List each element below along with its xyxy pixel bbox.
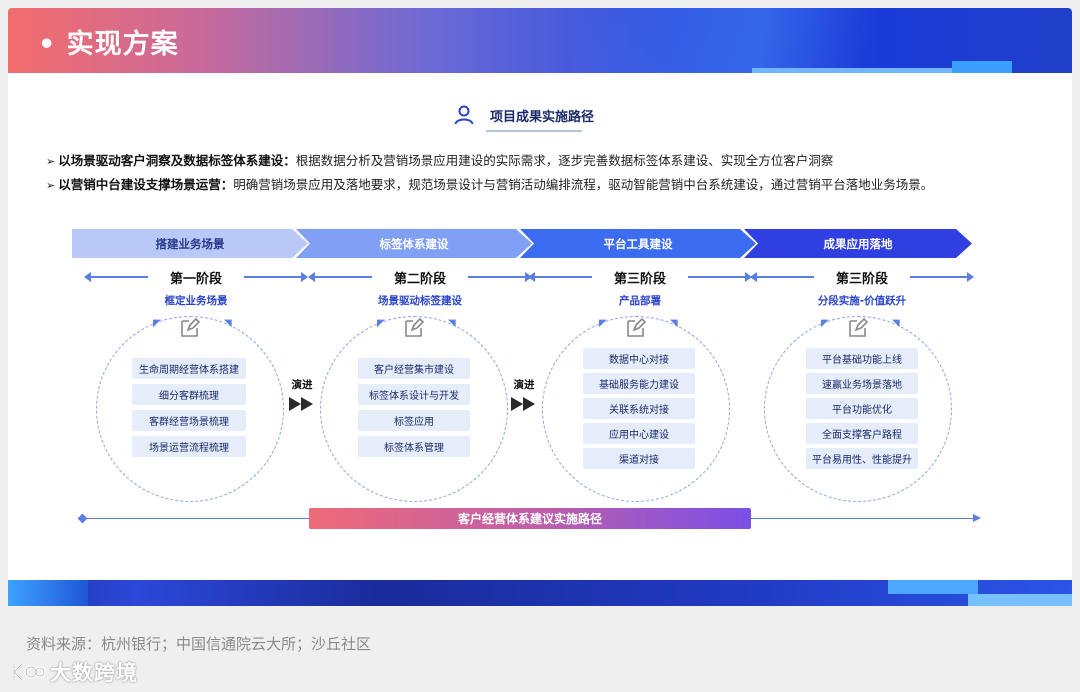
header-decoration [572, 8, 992, 73]
stage-arrow-left [528, 272, 592, 282]
stage-item: 关联系统对接 [583, 398, 695, 419]
document-edit-icon [627, 317, 647, 337]
arrow-icon: ◥ [448, 318, 456, 329]
stage-item: 标签体系管理 [358, 436, 470, 457]
arrow-icon: ◥ [670, 318, 678, 329]
bullet-heading: 以场景驱动客户洞察及数据标签体系建设： [58, 153, 296, 168]
stage-subtitle: 分段实施-价值跃升 [817, 295, 907, 307]
logo-icon [12, 663, 46, 681]
header-banner: • 实现方案 [8, 8, 1072, 73]
chevron-label: 标签体系建设 [379, 236, 449, 251]
bullet-marker: ➢ [46, 179, 56, 192]
bullet-marker: ➢ [46, 155, 56, 168]
bullet-item: ➢ 以营销中台建设支撑场景运营：明确营销场景应用及落地要求，规范场景设计与营销活动… [46, 174, 933, 193]
stage-item: 平台功能优化 [806, 398, 918, 419]
stage-arrow-left [750, 272, 814, 282]
chevron-label: 成果应用落地 [823, 236, 893, 251]
double-arrow-icon [511, 397, 535, 411]
arrow-icon: ◤ [599, 318, 607, 329]
stage-2-header: 第二阶段 场景驱动标签建设 [308, 268, 532, 308]
bullet-text: 明确营销场景应用及落地要求，规范场景设计与营销活动编排流程，驱动智能营销中台系统… [233, 177, 934, 192]
stage-item: 平台基础功能上线 [806, 348, 918, 369]
stage-1-circle [96, 316, 284, 502]
chevron-step-1: 搭建业务场景 [72, 229, 308, 258]
double-arrow-icon [289, 397, 313, 411]
watermark: 大数跨境 [10, 657, 138, 687]
footer-decoration [888, 580, 978, 594]
stage-arrow-right [244, 272, 308, 282]
stage-3-header: 第三阶段 产品部署 [528, 268, 752, 308]
stage-subtitle: 框定业务场景 [164, 295, 228, 307]
stage-item: 客户经营集市建设 [358, 358, 470, 379]
evolve-indicator: 演进 [509, 377, 539, 417]
stage-arrow-left [308, 272, 372, 282]
stage-item: 速赢业务场景落地 [806, 373, 918, 394]
header-decoration-block [952, 61, 1012, 73]
bullet-item: ➢ 以场景驱动客户洞察及数据标签体系建设：根据数据分析及营销场景应用建设的实际需求… [46, 150, 833, 169]
source-caption: 资料来源：杭州银行；中国信通院云大所；沙丘社区 [26, 635, 372, 653]
stage-subtitle: 产品部署 [619, 295, 661, 307]
footer-decoration [968, 594, 1072, 606]
stage-arrow-right [688, 272, 752, 282]
stage-item: 渠道对接 [583, 448, 695, 469]
document-edit-icon [405, 317, 425, 337]
subtitle-underline [486, 130, 582, 132]
watermark-text: 大数跨境 [50, 661, 138, 685]
stage-item: 标签应用 [358, 410, 470, 431]
implementation-path-bar: 客户经营体系建议实施路径 [309, 508, 751, 529]
chevron-label: 平台工具建设 [603, 236, 673, 251]
document-edit-icon [181, 317, 201, 337]
page-title: • 实现方案 [38, 29, 179, 60]
section-subtitle: 项目成果实施路径 [490, 110, 595, 125]
chevron-step-2: 标签体系建设 [296, 229, 532, 258]
stage-item: 生命周期经营体系搭建 [132, 358, 246, 379]
stage-2-circle [320, 316, 508, 502]
footer-decoration [8, 580, 88, 606]
evolve-label: 演进 [513, 379, 535, 391]
stage-item: 基础服务能力建设 [583, 373, 695, 394]
arrow-icon: ◤ [377, 318, 385, 329]
chevron-label: 搭建业务场景 [155, 236, 225, 251]
stage-item: 细分客群梳理 [132, 384, 246, 405]
document-edit-icon [849, 317, 869, 337]
chevron-step-4: 成果应用落地 [744, 229, 972, 258]
stage-arrow-left [84, 272, 148, 282]
stage-item: 标签体系设计与开发 [358, 384, 470, 405]
stage-item: 平台易用性、性能提升 [806, 448, 918, 469]
chevron-step-3: 平台工具建设 [520, 229, 756, 258]
stage-4-header: 第三阶段 分段实施-价值跃升 [750, 268, 974, 308]
stage-arrow-right [468, 272, 532, 282]
bullet-text: 根据数据分析及营销场景应用建设的实际需求，逐步完善数据标签体系建设、实现全方位客… [295, 153, 834, 168]
evolve-label: 演进 [291, 379, 313, 391]
arrow-icon: ◤ [153, 318, 161, 329]
stage-arrow-right [910, 272, 974, 282]
evolve-indicator: 演进 [287, 377, 317, 417]
stage-subtitle: 场景驱动标签建设 [378, 295, 462, 307]
arrow-icon: ◥ [224, 318, 232, 329]
slide: • 实现方案 项目成果实施路径 ➢ 以场景驱动客户洞察及数据标签体系建设：根据数据… [8, 8, 1072, 606]
stage-item: 场景运营流程梳理 [132, 436, 246, 457]
header-decoration-bar [752, 68, 952, 73]
stage-1-header: 第一阶段 框定业务场景 [84, 268, 308, 308]
arrow-icon: ◥ [892, 318, 900, 329]
stage-item: 客群经营场景梳理 [132, 410, 246, 431]
stage-item: 全面支撑客户路程 [806, 423, 918, 444]
stage-item: 数据中心对接 [583, 348, 695, 369]
arrow-icon: ◤ [821, 318, 829, 329]
user-icon [454, 105, 474, 125]
bullet-heading: 以营销中台建设支撑场景运营： [58, 177, 234, 192]
stage-item: 应用中心建设 [583, 423, 695, 444]
